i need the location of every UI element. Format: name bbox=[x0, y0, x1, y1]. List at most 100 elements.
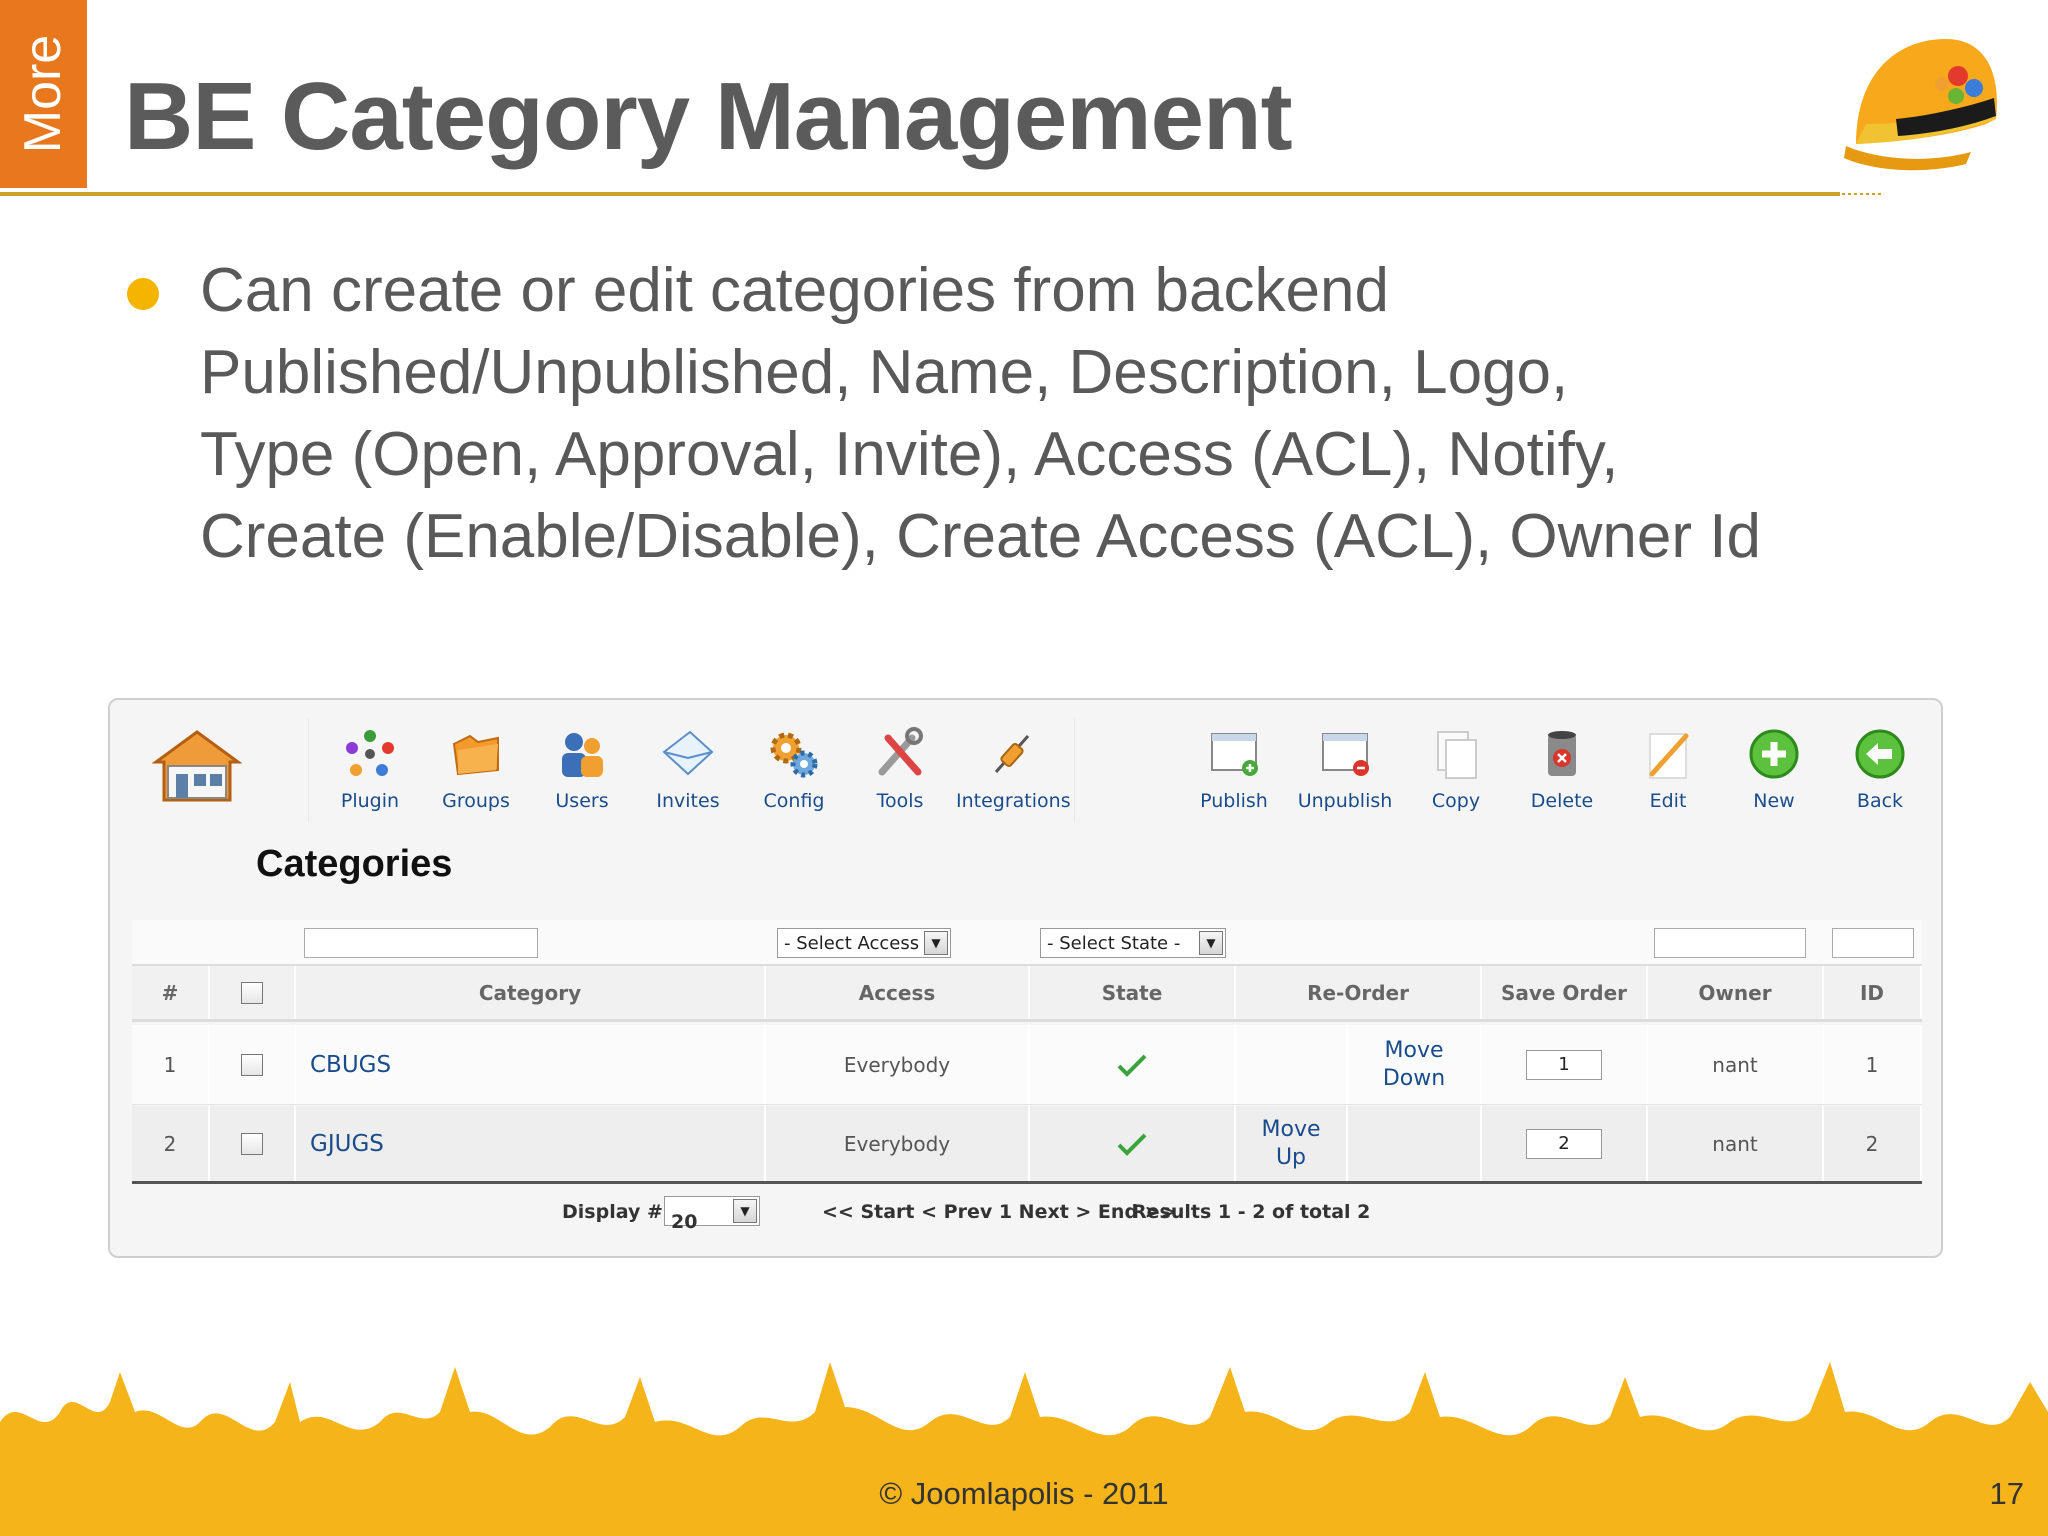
unpublish-label: Unpublish bbox=[1297, 790, 1393, 812]
publish-icon bbox=[1211, 733, 1258, 776]
toolbar-divider bbox=[308, 718, 309, 822]
trash-icon bbox=[1548, 731, 1576, 776]
new-label: New bbox=[1753, 790, 1795, 812]
state-filter-value: - Select State - bbox=[1047, 932, 1181, 954]
pencil-icon bbox=[1649, 733, 1689, 779]
category-link[interactable]: CBUGS bbox=[296, 1025, 766, 1104]
col-select-all bbox=[210, 966, 296, 1019]
edit-button[interactable]: Edit bbox=[1618, 720, 1718, 822]
gear-icon bbox=[770, 732, 818, 778]
envelope-icon bbox=[662, 730, 714, 776]
order-input[interactable]: 1 bbox=[1526, 1049, 1602, 1080]
slide-title: BE Category Management bbox=[124, 63, 1293, 170]
chevron-down-icon[interactable]: ▼ bbox=[733, 1199, 757, 1223]
id-filter-input[interactable] bbox=[1832, 928, 1914, 958]
table-row: 1 CBUGS Everybody Move Down 1 nant 1 bbox=[132, 1025, 1922, 1105]
page-number: 17 bbox=[1989, 1476, 2024, 1511]
home-icon[interactable] bbox=[152, 728, 242, 804]
move-up-link[interactable]: Move Up bbox=[1236, 1106, 1348, 1181]
new-button[interactable]: New bbox=[1724, 720, 1824, 822]
edit-label: Edit bbox=[1649, 790, 1687, 812]
invites-button[interactable]: Invites bbox=[638, 720, 738, 822]
pagination-nav[interactable]: << Start < Prev 1 Next > End >> bbox=[822, 1201, 1177, 1223]
row-order-cell: 1 bbox=[1482, 1025, 1648, 1104]
side-tab-label: More bbox=[14, 34, 72, 154]
publish-label: Publish bbox=[1200, 790, 1268, 812]
row-checkbox[interactable] bbox=[241, 1053, 263, 1076]
col-access[interactable]: Access bbox=[766, 966, 1030, 1019]
integrations-button[interactable]: Integrations bbox=[956, 720, 1071, 822]
copy-icon bbox=[1437, 731, 1477, 779]
groups-icon bbox=[452, 734, 499, 776]
row-state-cell bbox=[1030, 1106, 1236, 1181]
title-rule bbox=[0, 192, 1840, 196]
move-line: Move bbox=[1384, 1037, 1444, 1063]
unpublish-button[interactable]: Unpublish bbox=[1290, 720, 1400, 822]
display-count-value: 20 bbox=[671, 1211, 698, 1233]
state-filter-select[interactable]: - Select State - ▼ bbox=[1040, 928, 1226, 958]
order-input[interactable]: 2 bbox=[1526, 1128, 1602, 1159]
publish-button[interactable]: Publish bbox=[1184, 720, 1284, 822]
users-icon bbox=[562, 733, 603, 777]
move-line: Up bbox=[1275, 1144, 1307, 1170]
chevron-down-icon[interactable]: ▼ bbox=[1199, 931, 1223, 955]
pagination-bar: Display # 20 ▼ << Start < Prev 1 Next > … bbox=[132, 1187, 1922, 1237]
plugin-label: Plugin bbox=[340, 790, 400, 812]
users-button[interactable]: Users bbox=[532, 720, 632, 822]
row-checkbox-cell bbox=[210, 1025, 296, 1104]
tools-button[interactable]: Tools bbox=[850, 720, 950, 822]
row-id: 2 bbox=[1824, 1106, 1922, 1181]
col-owner[interactable]: Owner bbox=[1648, 966, 1824, 1019]
groups-button[interactable]: Groups bbox=[426, 720, 526, 822]
plug-icon bbox=[994, 735, 1030, 773]
toolbar-divider bbox=[1074, 718, 1075, 822]
category-link[interactable]: GJUGS bbox=[296, 1106, 766, 1181]
row-checkbox[interactable] bbox=[241, 1132, 263, 1155]
display-label: Display # bbox=[562, 1201, 663, 1223]
hard-hat-icon bbox=[1844, 39, 1997, 171]
bullet-dot bbox=[127, 278, 159, 310]
config-label: Config bbox=[763, 790, 825, 812]
select-all-checkbox[interactable] bbox=[241, 981, 263, 1004]
move-down-link[interactable]: Move Down bbox=[1348, 1025, 1482, 1104]
move-line: Down bbox=[1382, 1065, 1446, 1091]
plus-icon bbox=[1749, 729, 1799, 779]
col-category[interactable]: Category bbox=[296, 966, 766, 1019]
display-count-select[interactable]: 20 ▼ bbox=[664, 1196, 760, 1233]
row-access: Everybody bbox=[766, 1106, 1030, 1181]
plugin-icon bbox=[346, 730, 394, 776]
row-reorder-spacer bbox=[1348, 1106, 1482, 1181]
copy-button[interactable]: Copy bbox=[1406, 720, 1506, 822]
copyright: © Joomlapolis - 2011 bbox=[879, 1476, 1169, 1511]
row-reorder-spacer bbox=[1236, 1025, 1348, 1104]
row-owner: nant bbox=[1648, 1106, 1824, 1181]
bullet-line: Published/Unpublished, Name, Description… bbox=[200, 338, 1569, 407]
plugin-button[interactable]: Plugin bbox=[320, 720, 420, 822]
col-save-order[interactable]: Save Order bbox=[1482, 966, 1648, 1019]
page-heading: Categories bbox=[256, 843, 453, 885]
chevron-down-icon[interactable]: ▼ bbox=[924, 931, 948, 955]
bullet-text: Can create or edit categories from backe… bbox=[200, 250, 1900, 578]
col-id[interactable]: ID bbox=[1824, 966, 1922, 1019]
row-order-cell: 2 bbox=[1482, 1106, 1648, 1181]
table-row: 2 GJUGS Everybody Move Up 2 nant 2 bbox=[132, 1106, 1922, 1184]
row-id: 1 bbox=[1824, 1025, 1922, 1104]
delete-button[interactable]: Delete bbox=[1512, 720, 1612, 822]
col-state[interactable]: State bbox=[1030, 966, 1236, 1019]
row-num: 2 bbox=[132, 1106, 210, 1181]
check-icon[interactable] bbox=[1117, 1052, 1147, 1078]
config-button[interactable]: Config bbox=[744, 720, 844, 822]
back-arrow-icon bbox=[1855, 729, 1905, 779]
back-button[interactable]: Back bbox=[1830, 720, 1930, 822]
access-filter-select[interactable]: - Select Access - ▼ bbox=[777, 928, 951, 958]
integrations-label: Integrations bbox=[956, 790, 1071, 812]
col-reorder[interactable]: Re-Order bbox=[1236, 966, 1482, 1019]
check-icon[interactable] bbox=[1117, 1131, 1147, 1157]
owner-filter-input[interactable] bbox=[1654, 928, 1806, 958]
back-label: Back bbox=[1856, 790, 1904, 812]
tools-label: Tools bbox=[876, 790, 924, 812]
access-filter-value: - Select Access - bbox=[784, 932, 932, 954]
move-line: Move bbox=[1261, 1116, 1321, 1142]
category-filter-input[interactable] bbox=[304, 928, 538, 958]
row-state-cell bbox=[1030, 1025, 1236, 1104]
